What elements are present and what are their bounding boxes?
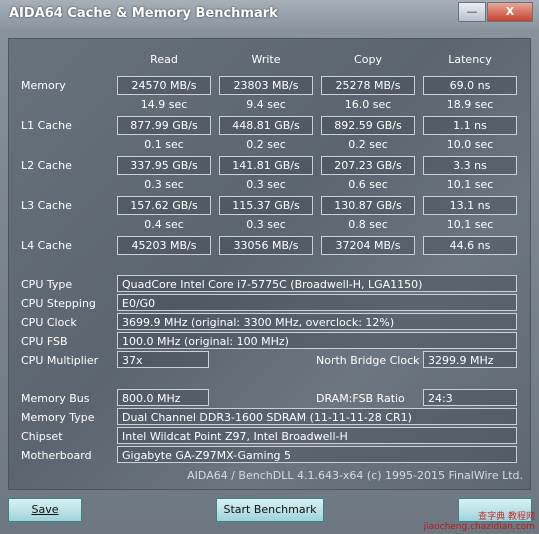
memory-latency-time: 18.9 sec [446, 98, 494, 111]
start-benchmark-button[interactable]: Start Benchmark [216, 498, 324, 522]
l2-latency-value: 3.3 ns [423, 156, 517, 175]
window-title: AIDA64 Cache & Memory Benchmark [9, 6, 278, 21]
memory-type-label: Memory Type [21, 411, 95, 424]
l3-latency-time: 10.1 sec [446, 218, 494, 231]
l1-latency-time: 10.0 sec [446, 138, 494, 151]
memory-type-value: Dual Channel DDR3-1600 SDRAM (11-11-11-2… [117, 408, 517, 425]
col-header-read: Read [150, 53, 178, 66]
l3-write-time: 0.3 sec [246, 218, 286, 231]
results-panel: Read Write Copy Latency Memory 24570 MB/… [8, 38, 531, 490]
dram-fsb-value: 24:3 [423, 389, 517, 406]
chipset-value: Intel Wildcat Point Z97, Intel Broadwell… [117, 427, 517, 444]
l3-copy-value: 130.87 GB/s [321, 196, 415, 215]
col-header-copy: Copy [354, 53, 382, 66]
minimize-button[interactable]: — [458, 2, 486, 22]
memory-copy-value: 25278 MB/s [321, 76, 415, 95]
cpu-stepping-value: E0/G0 [117, 294, 517, 311]
cpu-fsb-label: CPU FSB [21, 335, 68, 348]
motherboard-label: Motherboard [21, 449, 92, 462]
cpu-clock-value: 3699.9 MHz (original: 3300 MHz, overcloc… [117, 313, 517, 330]
col-header-write: Write [251, 53, 281, 66]
l4-copy-value: 37204 MB/s [321, 236, 415, 255]
l1-read-value: 877.99 GB/s [117, 116, 211, 135]
row-label-memory: Memory [21, 79, 66, 92]
memory-bus-label: Memory Bus [21, 392, 90, 405]
title-bar[interactable]: AIDA64 Cache & Memory Benchmark — X [0, 0, 539, 30]
memory-write-value: 23803 MB/s [219, 76, 313, 95]
l4-read-value: 45203 MB/s [117, 236, 211, 255]
l1-write-time: 0.2 sec [246, 138, 286, 151]
memory-copy-time: 16.0 sec [344, 98, 392, 111]
l2-copy-time: 0.6 sec [348, 178, 388, 191]
row-label-l3: L3 Cache [21, 199, 72, 212]
cpu-stepping-label: CPU Stepping [21, 297, 96, 310]
watermark: 查字典 教程网 jiaocheng.chazidian.com [423, 512, 535, 532]
memory-latency-value: 69.0 ns [423, 76, 517, 95]
nb-clock-label: North Bridge Clock [316, 354, 420, 367]
nb-clock-value: 3299.9 MHz [423, 351, 517, 368]
row-label-l1: L1 Cache [21, 119, 72, 132]
dram-fsb-label: DRAM:FSB Ratio [316, 392, 405, 405]
copyright-footer: AIDA64 / BenchDLL 4.1.643-x64 (c) 1995-2… [187, 469, 523, 482]
l1-read-time: 0.1 sec [144, 138, 184, 151]
cpu-clock-label: CPU Clock [21, 316, 77, 329]
cpu-multiplier-value: 37x [117, 351, 209, 368]
l1-copy-value: 892.59 GB/s [321, 116, 415, 135]
motherboard-value: Gigabyte GA-Z97MX-Gaming 5 [117, 446, 517, 463]
l3-copy-time: 0.8 sec [348, 218, 388, 231]
row-label-l4: L4 Cache [21, 239, 72, 252]
memory-read-value: 24570 MB/s [117, 76, 211, 95]
l3-write-value: 115.37 GB/s [219, 196, 313, 215]
memory-write-time: 9.4 sec [246, 98, 286, 111]
l3-read-time: 0.4 sec [144, 218, 184, 231]
close-button[interactable]: X [487, 2, 533, 22]
l3-read-value: 157.62 GB/s [117, 196, 211, 215]
memory-bus-value: 800.0 MHz [117, 389, 209, 406]
l4-latency-value: 44.6 ns [423, 236, 517, 255]
l1-write-value: 448.81 GB/s [219, 116, 313, 135]
cpu-multiplier-label: CPU Multiplier [21, 354, 99, 367]
chipset-label: Chipset [21, 430, 63, 443]
l2-latency-time: 10.1 sec [446, 178, 494, 191]
l1-copy-time: 0.2 sec [348, 138, 388, 151]
col-header-latency: Latency [448, 53, 492, 66]
l2-read-time: 0.3 sec [144, 178, 184, 191]
l1-latency-value: 1.1 ns [423, 116, 517, 135]
row-label-l2: L2 Cache [21, 159, 72, 172]
cpu-type-value: QuadCore Intel Core i7-5775C (Broadwell-… [117, 275, 517, 292]
cpu-fsb-value: 100.0 MHz (original: 100 MHz) [117, 332, 517, 349]
save-button-label: Save [31, 503, 59, 516]
memory-read-time: 14.9 sec [140, 98, 188, 111]
l2-write-time: 0.3 sec [246, 178, 286, 191]
l2-write-value: 141.81 GB/s [219, 156, 313, 175]
l2-read-value: 337.95 GB/s [117, 156, 211, 175]
l2-copy-value: 207.23 GB/s [321, 156, 415, 175]
l4-write-value: 33056 MB/s [219, 236, 313, 255]
cpu-type-label: CPU Type [21, 278, 73, 291]
l3-latency-value: 13.1 ns [423, 196, 517, 215]
benchmark-window: AIDA64 Cache & Memory Benchmark — X Read… [0, 0, 539, 534]
save-button[interactable]: Save [8, 498, 82, 522]
